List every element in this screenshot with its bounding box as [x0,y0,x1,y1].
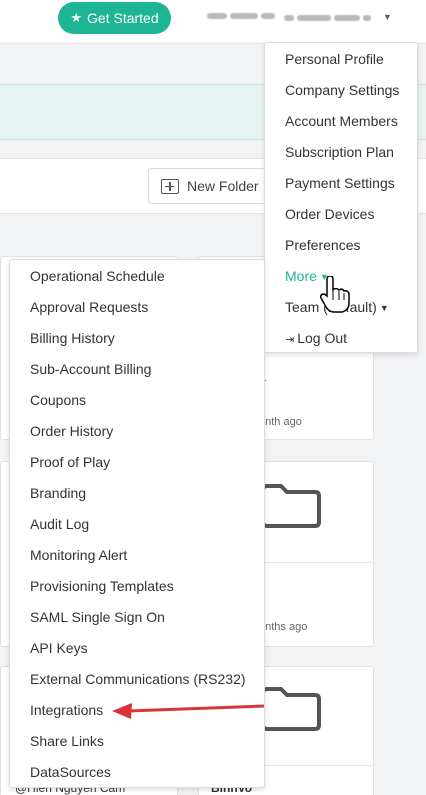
submenu-item-proof-of-play[interactable]: Proof of Play [30,454,110,470]
menu-item-company-settings[interactable]: Company Settings [285,82,399,98]
card-timestamp: onths ago [259,621,308,633]
submenu-item-coupons[interactable]: Coupons [30,392,86,408]
folder-icon [261,484,321,528]
submenu-item-branding[interactable]: Branding [30,485,86,501]
menu-item-log-out[interactable]: ⇥ Log Out [285,330,347,346]
menu-item-log-out-label: Log Out [297,330,348,346]
submenu-item-operational-schedule[interactable]: Operational Schedule [30,268,165,284]
hand-cursor-icon [320,276,350,313]
submenu-item-api-keys[interactable]: API Keys [30,640,88,656]
menu-item-personal-profile[interactable]: Personal Profile [285,51,384,67]
submenu-item-monitoring-alert[interactable]: Monitoring Alert [30,547,127,563]
get-started-button[interactable]: ★ Get Started [58,2,171,34]
folder-icon [261,687,321,731]
submenu-item-datasources[interactable]: DataSources [30,764,111,780]
user-menu-caret-icon[interactable]: ▼ [383,12,392,22]
more-submenu: Operational Schedule Approval Requests B… [9,259,265,788]
chevron-down-icon: ▼ [379,303,389,313]
add-folder-icon [161,178,179,194]
menu-item-order-devices[interactable]: Order Devices [285,206,374,222]
get-started-label: Get Started [87,10,159,26]
submenu-item-audit-log[interactable]: Audit Log [30,516,89,532]
submenu-item-share-links[interactable]: Share Links [30,733,104,749]
menu-item-payment-settings[interactable]: Payment Settings [285,175,395,191]
blurred-company-name[interactable] [207,10,277,22]
submenu-item-approval-requests[interactable]: Approval Requests [30,299,148,315]
menu-item-preferences[interactable]: Preferences [285,237,360,253]
menu-item-account-members[interactable]: Account Members [285,113,398,129]
menu-item-more-label: More [285,268,317,284]
submenu-item-saml-sso[interactable]: SAML Single Sign On [30,609,165,625]
card-timestamp: onth ago [259,416,302,428]
submenu-item-order-history[interactable]: Order History [30,423,113,439]
new-folder-button[interactable]: New Folder [148,168,268,204]
top-navigation-bar: ★ Get Started ▼ [0,0,426,44]
logout-icon: ⇥ [285,334,295,346]
blurred-user-name[interactable] [284,12,379,24]
submenu-item-sub-account-billing[interactable]: Sub-Account Billing [30,361,151,377]
new-folder-label: New Folder [187,178,259,194]
submenu-item-billing-history[interactable]: Billing History [30,330,115,346]
star-icon: ★ [70,10,83,25]
submenu-item-external-communications[interactable]: External Communications (RS232) [30,671,246,687]
submenu-item-integrations[interactable]: Integrations [30,702,103,718]
menu-item-subscription-plan[interactable]: Subscription Plan [285,144,394,160]
submenu-item-provisioning-templates[interactable]: Provisioning Templates [30,578,174,594]
